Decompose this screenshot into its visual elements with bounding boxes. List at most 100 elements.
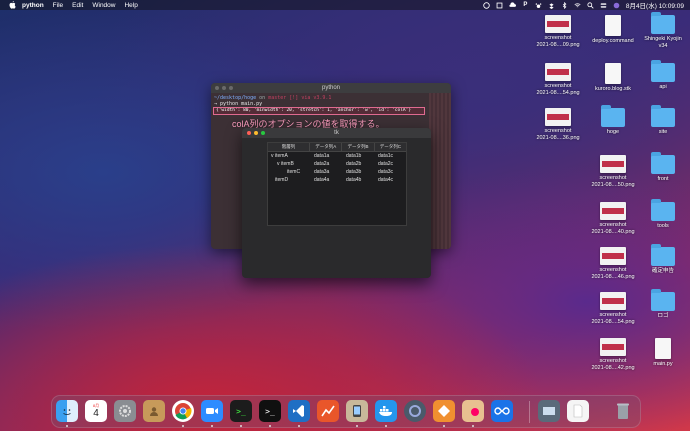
desktop-folder[interactable]: Shingeki Kyojin v34 — [636, 12, 690, 49]
desktop-file[interactable]: screenshot 2021-08....54.png — [586, 292, 640, 325]
dropbox-icon[interactable] — [548, 2, 555, 9]
desktop-folder[interactable]: hoge — [586, 105, 640, 136]
table-cell: data3c — [378, 169, 394, 175]
column-header[interactable]: 階層列 — [268, 143, 311, 151]
desktop-file[interactable]: kuroro.blog.stk — [586, 63, 640, 93]
desktop-file[interactable]: screenshot 2021-08....54.png — [531, 63, 585, 96]
menu-edit[interactable]: Edit — [72, 2, 83, 9]
box-icon[interactable] — [496, 2, 503, 9]
document-icon[interactable] — [567, 400, 589, 422]
tk-titlebar[interactable]: tk — [242, 128, 431, 138]
terminal-titlebar[interactable]: python — [211, 83, 451, 93]
cloud-icon[interactable] — [509, 1, 516, 9]
minimize-button[interactable] — [222, 86, 226, 90]
docker-icon[interactable] — [375, 400, 397, 422]
bluetooth-icon[interactable] — [561, 1, 568, 9]
simulator-icon[interactable] — [346, 400, 368, 422]
desktop-item-label: Shingeki Kyojin v34 — [644, 36, 682, 49]
tree-item-label[interactable]: v itemA — [268, 153, 310, 159]
desktop-file[interactable]: screenshot 2021-08....40.png — [586, 202, 640, 235]
table-row[interactable]: v itemA data1a data1b data1c — [268, 152, 406, 160]
desktop-item-label: front — [657, 176, 669, 182]
desktop-item-label: hoge — [606, 129, 620, 135]
vscode-icon[interactable] — [288, 400, 310, 422]
column-header[interactable]: データ列A — [310, 143, 343, 151]
siri-icon[interactable] — [613, 2, 620, 9]
column-header[interactable]: データ列B — [342, 143, 375, 151]
menu-window[interactable]: Window — [92, 2, 115, 9]
preview-icon[interactable] — [462, 400, 484, 422]
folder-icon — [651, 12, 675, 34]
menu-help[interactable]: Help — [124, 2, 137, 9]
table-cell: data2b — [346, 161, 362, 167]
desktop-item-label: screenshot 2021-08....54.png — [591, 312, 635, 325]
desktop-folder[interactable]: api — [636, 60, 690, 91]
wifi-icon[interactable] — [574, 2, 581, 9]
trash-icon[interactable] — [612, 400, 634, 422]
tree-item-label[interactable]: v itemB — [268, 161, 310, 167]
desktop-item-label: screenshot 2021-08....40.png — [591, 222, 635, 235]
contacts-icon[interactable] — [143, 400, 165, 422]
close-button[interactable] — [247, 131, 251, 135]
table-cell: data2a — [314, 161, 330, 167]
folder-icon — [651, 244, 675, 266]
tk-title: tk — [334, 130, 339, 136]
desktop-folder[interactable]: front — [636, 152, 690, 183]
tree-item-label[interactable]: itemD — [268, 177, 310, 183]
desktop-file[interactable]: screenshot 2021-08....42.png — [586, 338, 640, 371]
folder-icon — [651, 105, 675, 127]
table-row[interactable]: itemD data4a data4b data4c — [268, 176, 406, 184]
menu-clock[interactable]: 8月4日(水) 10:09:09 — [626, 0, 684, 10]
close-button[interactable] — [215, 86, 219, 90]
treeview[interactable]: 階層列 データ列A データ列B データ列C v itemA data1a data1b… — [267, 142, 407, 226]
table-row[interactable]: itemC data3a data3b data3c — [268, 168, 406, 176]
column-header[interactable]: データ列C — [375, 143, 406, 151]
chrome-icon[interactable] — [172, 400, 194, 422]
table-cell: data4a — [314, 177, 330, 183]
p-app-icon[interactable]: P — [522, 2, 529, 9]
git-client-icon[interactable] — [433, 400, 455, 422]
running-indicator — [182, 425, 184, 427]
desktop-item-label: screenshot 2021-08....36.png — [536, 128, 580, 141]
finder-icon[interactable] — [56, 400, 78, 422]
control-center-icon[interactable] — [600, 2, 607, 9]
search-icon[interactable] — [587, 1, 594, 9]
paw-icon[interactable] — [535, 2, 542, 9]
terminal-icon[interactable]: >_ — [230, 400, 252, 422]
zoom-button[interactable] — [261, 131, 265, 135]
table-row[interactable]: v itemB data2a data2b data2c — [268, 160, 406, 168]
calendar-icon[interactable]: 8月 4 — [85, 400, 107, 422]
tree-item-label[interactable]: itemC — [268, 169, 310, 175]
desktop-folder[interactable]: tools — [636, 199, 690, 230]
desktop-file[interactable]: screenshot 2021-08....46.png — [586, 247, 640, 280]
terminal-background-pattern — [429, 93, 451, 249]
desktop-file[interactable]: screenshot 2021-08....50.png — [586, 155, 640, 188]
prompt-version: v3.9.1 — [313, 95, 332, 101]
terminal-icon[interactable]: >_ — [259, 400, 281, 422]
menu-file[interactable]: File — [53, 2, 63, 9]
desktop-folder[interactable]: ロゴ — [636, 289, 690, 320]
desktop-file[interactable]: deploy.command — [586, 15, 640, 45]
apple-menu-icon[interactable] — [8, 1, 16, 9]
desktop-file[interactable]: screenshot 2021-08....09.png — [531, 15, 585, 48]
image-thumbnail-icon — [600, 338, 626, 356]
minimize-button[interactable] — [254, 131, 258, 135]
zoom-button[interactable] — [229, 86, 233, 90]
desktop-file[interactable]: main.py — [636, 338, 690, 368]
table-cell: data1a — [314, 153, 330, 159]
image-capture-icon[interactable] — [538, 400, 560, 422]
quicktime-icon[interactable] — [404, 400, 426, 422]
zoom-icon[interactable] — [201, 400, 223, 422]
instruments-icon[interactable] — [317, 400, 339, 422]
tk-window[interactable]: tk 階層列 データ列A データ列B データ列C v itemA data1a dat… — [242, 128, 431, 278]
desktop-folder[interactable]: 確定申告 — [636, 244, 690, 275]
desktop-folder[interactable]: site — [636, 105, 690, 136]
running-indicator — [240, 425, 242, 427]
remote-desktop-icon[interactable] — [491, 400, 513, 422]
desktop-file[interactable]: screenshot 2021-08....36.png — [531, 108, 585, 141]
menu-app-name[interactable]: python — [22, 2, 44, 9]
system-preferences-icon[interactable] — [114, 400, 136, 422]
circle-icon[interactable] — [483, 1, 490, 9]
running-indicator — [472, 425, 474, 427]
desktop-item-label: ロゴ — [657, 313, 669, 319]
